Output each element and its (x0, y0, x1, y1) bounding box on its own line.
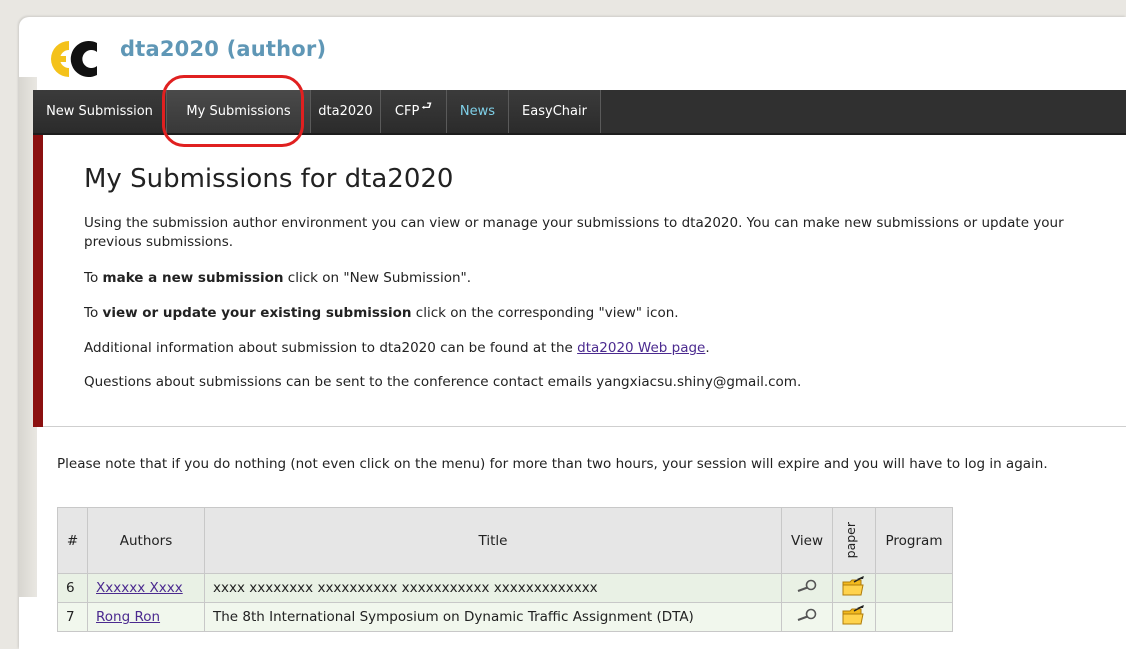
cell-paper (832, 573, 876, 603)
table-row: 7 Rong Ron The 8th International Symposi… (57, 602, 953, 632)
cell-title: xxxx xxxxxxxx xxxxxxxxxx xxxxxxxxxxx xxx… (204, 573, 782, 603)
cell-view (781, 602, 833, 632)
col-view: View (781, 507, 833, 574)
hint-suffix: click on "New Submission". (283, 270, 472, 286)
page-title: My Submissions for dta2020 (84, 164, 454, 194)
cell-program (875, 573, 953, 603)
app-title[interactable]: dta2020 (author) (120, 37, 326, 61)
col-paper-label: paper (843, 522, 858, 559)
info-text: Additional information about submission … (84, 339, 1124, 358)
folder-upload-icon[interactable] (841, 604, 867, 626)
session-note: Please note that if you do nothing (not … (57, 456, 1048, 472)
author-link[interactable]: Rong Ron (96, 609, 160, 625)
view-submission-hint: To view or update your existing submissi… (84, 304, 1124, 323)
intro-text: Using the submission author environment … (84, 215, 1064, 250)
cell-title: The 8th International Symposium on Dynam… (204, 602, 782, 632)
nav-easychair[interactable]: EasyChair (509, 90, 601, 133)
nav-label: EasyChair (522, 104, 587, 119)
magnifier-icon[interactable] (794, 608, 820, 622)
new-submission-hint: To make a new submission click on "New S… (84, 269, 1124, 288)
col-authors: Authors (87, 507, 205, 574)
nav-cfp[interactable]: CFP ⮐ (381, 90, 447, 133)
nav-my-submissions[interactable]: My Submissions (167, 90, 311, 133)
table-row: 6 Xxxxxx Xxxx xxxx xxxxxxxx xxxxxxxxxx x… (57, 573, 953, 603)
nav-new-submission[interactable]: New Submission (33, 90, 167, 133)
hint-suffix: click on the corresponding "view" icon. (411, 305, 679, 321)
cell-authors: Xxxxxx Xxxx (87, 573, 205, 603)
cell-program (875, 602, 953, 632)
table-header-row: # Authors Title View paper Program (57, 507, 953, 574)
info-suffix: . (705, 340, 710, 356)
nav-dta2020[interactable]: dta2020 (311, 90, 381, 133)
easychair-logo-icon (51, 41, 97, 77)
accent-bar (33, 135, 43, 427)
hint-prefix: To (84, 270, 103, 286)
nav-label: News (459, 104, 496, 119)
col-paper: paper (832, 507, 876, 574)
contact-text: Questions about submissions can be sent … (84, 374, 802, 390)
cell-view (781, 573, 833, 603)
top-nav: New Submission My Submissions dta2020 CF… (33, 90, 1126, 135)
nav-label: New Submission (46, 104, 153, 119)
cell-authors: Rong Ron (87, 602, 205, 632)
nav-news[interactable]: News (447, 90, 509, 133)
col-title: Title (204, 507, 782, 574)
hint-bold: make a new submission (102, 270, 284, 286)
hint-bold: view or update your existing submission (102, 305, 412, 321)
author-link[interactable]: Xxxxxx Xxxx (96, 580, 183, 596)
hint-prefix: To (84, 305, 103, 321)
web-page-link[interactable]: dta2020 Web page (577, 340, 705, 356)
page-frame: dta2020 (author) New Submission My Submi… (19, 17, 1126, 649)
folder-upload-icon[interactable] (841, 575, 867, 597)
col-program: Program (875, 507, 953, 574)
magnifier-icon[interactable] (794, 579, 820, 593)
nav-label: dta2020 (318, 104, 373, 119)
divider (43, 426, 1126, 427)
submissions-table: # Authors Title View paper Program 6 Xxx… (57, 507, 953, 632)
cell-num: 7 (57, 602, 88, 632)
cell-paper (832, 602, 876, 632)
cell-num: 6 (57, 573, 88, 603)
nav-label: My Submissions (186, 104, 291, 119)
nav-label: CFP (394, 104, 420, 119)
col-num: # (57, 507, 88, 574)
external-return-icon: ⮐ (421, 99, 433, 113)
info-prefix: Additional information about submission … (84, 340, 578, 356)
